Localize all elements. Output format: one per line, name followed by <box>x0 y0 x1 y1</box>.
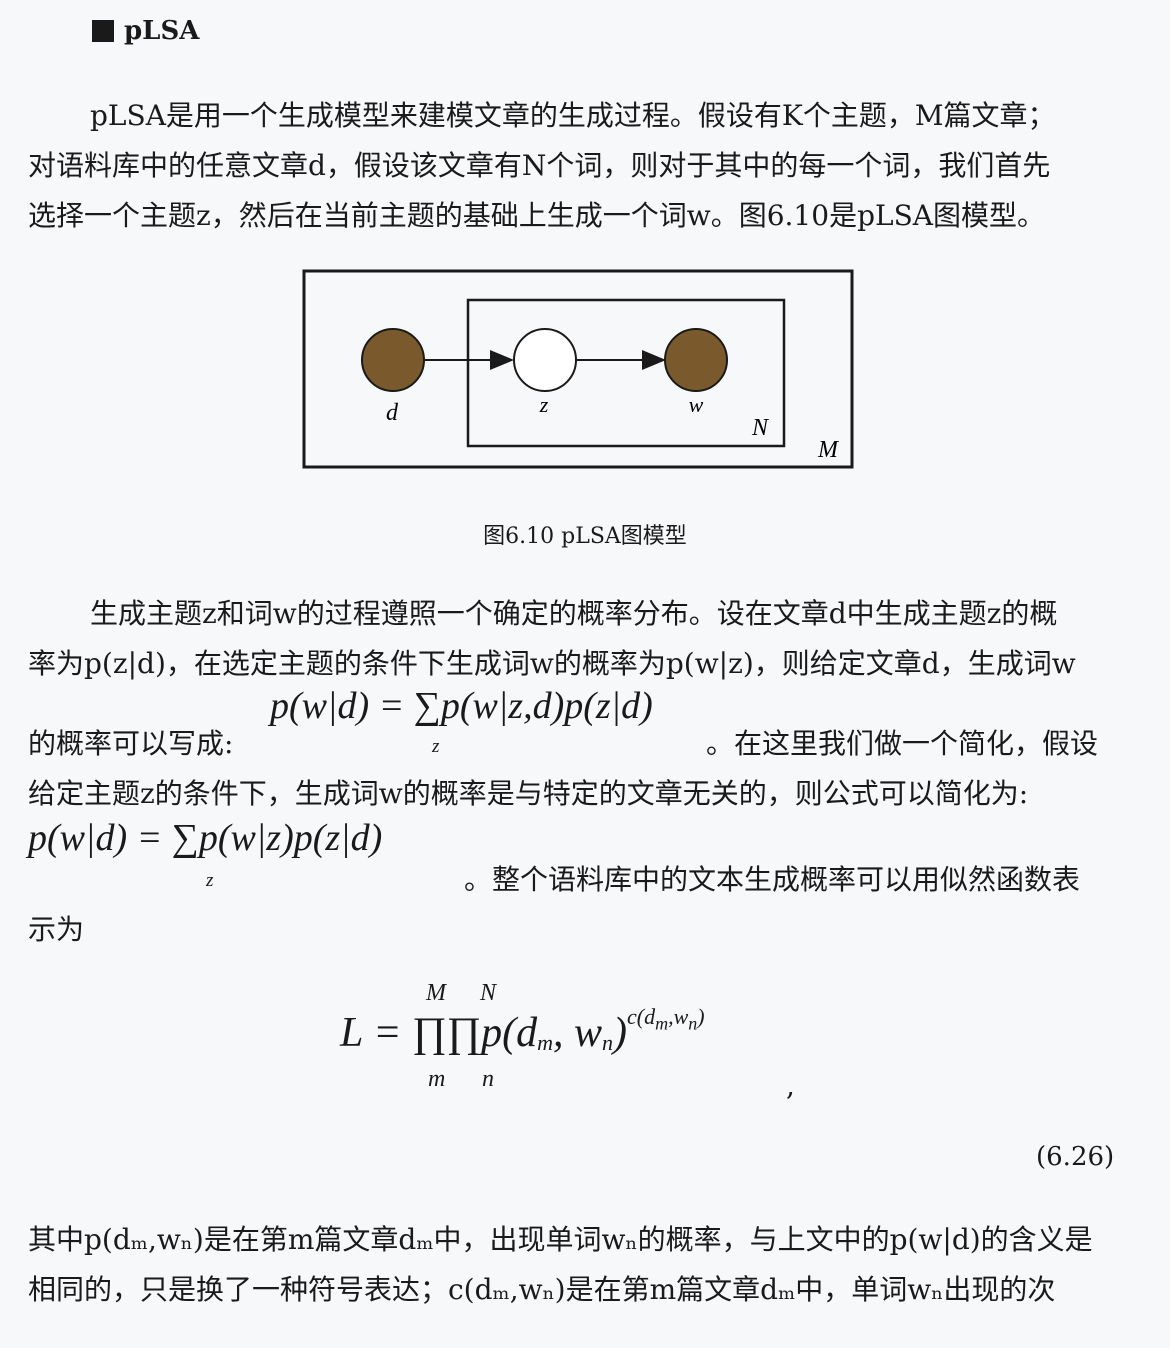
exponent-text: c(d <box>627 1004 656 1029</box>
equation-1-sum-index: z <box>432 736 440 757</box>
likelihood-lhs: L = ∏∏p(d <box>340 1010 538 1056</box>
equation-trailing-comma: , <box>786 1069 795 1102</box>
product-upper-M: M <box>426 980 446 1006</box>
footer-line-2: 相同的，只是换了一种符号表达；c(dₘ,wₙ)是在第m篇文章dₘ中，单词wₙ出现… <box>28 1273 1056 1306</box>
likelihood-equation: L = ∏∏p(dm, wn)c(dm,wn) <box>340 1004 705 1057</box>
node-w-label: w <box>689 392 704 417</box>
exponent-sub-n: n <box>688 1013 698 1034</box>
plate-N-label: N <box>751 415 770 441</box>
body-line-2: 率为p(z|d)，在选定主题的条件下生成词w的概率为p(w|z)，则给定文章d，… <box>28 647 1076 680</box>
likelihood-sub-m: m <box>537 1030 553 1056</box>
exponent-sub-m: m <box>655 1013 669 1034</box>
node-z-label: z <box>539 392 549 417</box>
likelihood-close: ) <box>613 1010 627 1056</box>
plate-M-label: M <box>817 437 840 463</box>
body-line-3a: 的概率可以写成: <box>28 727 234 760</box>
equation-number: (6.26) <box>1036 1142 1115 1172</box>
node-d-label: d <box>386 400 399 426</box>
plsa-graphical-model: d z w N M <box>302 269 854 469</box>
figure-caption: 图6.10 pLSA图模型 <box>483 524 687 549</box>
body-line-5: 。整个语料库中的文本生成概率可以用似然函数表 <box>464 863 1081 896</box>
likelihood-mid: , w <box>552 1010 602 1056</box>
body-line-3b: 。在这里我们做一个简化，假设 <box>706 727 1099 760</box>
equation-2-sum-index: z <box>206 870 214 891</box>
likelihood-sub-n: n <box>602 1030 613 1056</box>
product-lower-n: n <box>482 1066 494 1092</box>
equation-1: p(w|d) = ∑p(w|z,d)p(z|d) <box>270 685 653 727</box>
node-d-observed <box>361 328 425 392</box>
node-w-observed <box>664 328 728 392</box>
footer-line-1: 其中p(dₘ,wₙ)是在第m篇文章dₘ中，出现单词wₙ的概率，与上文中的p(w|… <box>28 1223 1093 1256</box>
product-lower-m: m <box>428 1066 446 1092</box>
body-line-6: 示为 <box>28 913 85 946</box>
equation-2: p(w|d) = ∑p(w|z)p(z|d) <box>28 817 383 859</box>
product-upper-N: N <box>480 980 497 1006</box>
exponent-mid: ,w <box>668 1004 689 1029</box>
node-z-latent <box>513 328 577 392</box>
body-line-1: 生成主题z和词w的过程遵照一个确定的概率分布。设在文章d中生成主题z的概 <box>90 597 1058 630</box>
body-line-4: 给定主题z的条件下，生成词w的概率是与特定的文章无关的，则公式可以简化为: <box>28 777 1029 810</box>
inner-plate-N <box>466 298 786 448</box>
likelihood-exponent: c(dm,wn) <box>627 1004 705 1033</box>
exponent-close: ) <box>697 1004 705 1029</box>
